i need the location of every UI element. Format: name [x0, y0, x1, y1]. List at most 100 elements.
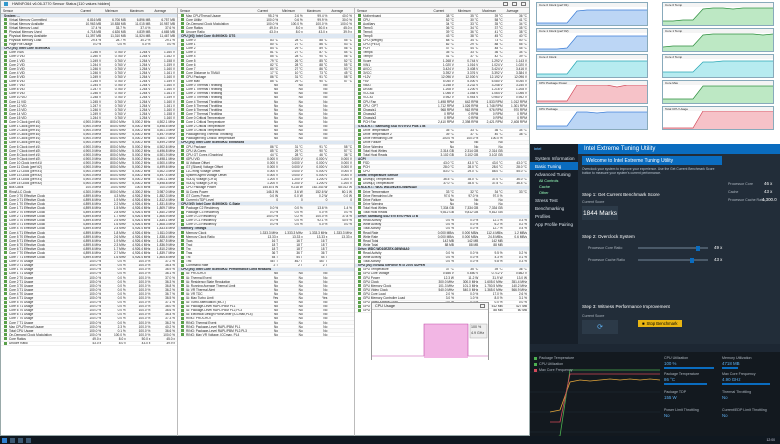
sensor-graph-window[interactable]: CPU Package Power [536, 80, 648, 104]
sensor-graph-window[interactable]: Core 0 Temp [662, 2, 774, 26]
nav-benchmarking[interactable]: Benchmarking [530, 204, 578, 212]
xtu-taskbar-icon[interactable] [26, 437, 31, 443]
sensor-value: 800.0 MHz [110, 177, 126, 182]
column-header-sensor[interactable]: Sensor [355, 9, 432, 13]
column-header-current[interactable]: Current [78, 9, 103, 13]
sensor-name: PCH [355, 165, 432, 169]
core-ratio-handle[interactable] [696, 245, 700, 251]
sensor-label: RING: Package-Level RAPL/PBM PL2,PL3 [186, 329, 247, 333]
nav-advanced-tuning[interactable]: Advanced Tuning [530, 170, 578, 178]
sensor-label: Drive: Samsung SSD 970 EVO Plus 1TB [358, 214, 419, 219]
mini-graph-window[interactable]: CPU Usage 100 % 4.9 GHz [371, 302, 489, 360]
sensor-icon [181, 22, 184, 26]
sensor-label: Core 0 T0 Effective Clock [9, 194, 46, 198]
sensor-graph-window[interactable]: Core 1 Clock (perf #2) [536, 28, 648, 52]
sensor-label: Core 1 Clock (perf #2) [9, 124, 41, 129]
maximize-button[interactable] [512, 2, 517, 6]
sensor-graph-window[interactable]: CPU Package [536, 106, 648, 130]
sensor-graph-window[interactable]: Core 1 Temp [662, 28, 774, 52]
sensor-value: 5.000 V [467, 79, 479, 84]
column-header-minimum[interactable]: Minimum [456, 9, 480, 13]
sensor-icon [4, 304, 7, 308]
sensor-icon [4, 231, 7, 235]
sensor-value: No [323, 99, 328, 104]
sensor-label: CPU [#0]: Intel Core i9-9900KS: Performa… [181, 267, 272, 272]
cache-ratio-handle[interactable] [690, 257, 694, 263]
sensor-value: 100.0 % [89, 263, 102, 268]
sensor-graph-window[interactable]: Total CPU Usage [662, 106, 774, 130]
sensor-value: No [298, 329, 303, 333]
legend-package-temp[interactable]: Package Temperature [534, 356, 574, 360]
sensor-value: 39.9 x [166, 341, 175, 346]
sensor-value: 4,926.4 MHz [132, 218, 151, 223]
minimize-button[interactable] [503, 2, 508, 6]
sensor-value: 2,314 GB [440, 149, 454, 153]
sensor-icon [358, 116, 361, 120]
core-ratio-slider[interactable] [638, 245, 708, 251]
sensor-value: No [449, 198, 454, 202]
sensor-value: 36.0 % [165, 304, 175, 309]
sensor-value: 100.0 % [138, 325, 151, 329]
sensor-value: No [298, 128, 303, 133]
column-header-average[interactable]: Average [329, 9, 354, 13]
nav-profiles[interactable]: Profiles [530, 212, 578, 220]
legend-max-freq[interactable]: Max Core Frequency [534, 368, 573, 372]
sensor-value: 0.6 % [294, 18, 303, 22]
sensor-value: 55 °C [518, 42, 527, 47]
column-header-average[interactable]: Average [505, 9, 529, 13]
sensor-name: Core 3 T1 Usage [1, 288, 78, 291]
sensor-graph-window[interactable]: Core 2 Clock [536, 54, 648, 78]
sensor-name: RING: Max VR Voltage, ICCmax, PL4 [178, 333, 255, 336]
sensor-graph-window[interactable]: Core 2 Temp [662, 54, 774, 78]
column-header-maximum[interactable]: Maximum [128, 9, 153, 13]
column-header-current[interactable]: Current [432, 9, 456, 13]
sensor-value: 1.5 MHz [113, 206, 126, 210]
sensor-value: 4,499.6 MHz [156, 165, 175, 170]
sensor-value: 2,314 GB [464, 149, 479, 153]
stop-benchmark-button[interactable]: ■ Stop Benchmark [638, 320, 682, 327]
sensor-icon [358, 218, 361, 222]
sensor-name: VIN1 [355, 63, 432, 66]
column-header-sensor[interactable]: Sensor [178, 9, 255, 13]
start-icon[interactable] [2, 437, 7, 443]
mini-graph [372, 310, 488, 360]
search-icon[interactable] [10, 437, 15, 443]
nav-app-profile-pairing[interactable]: App Profile Pairing [530, 220, 578, 228]
sensor-value: No [323, 304, 328, 309]
column-header-maximum[interactable]: Maximum [480, 9, 504, 13]
column-header-maximum[interactable]: Maximum [305, 9, 330, 13]
cache-ratio-slider[interactable] [638, 257, 708, 263]
hwinfo-taskbar-icon[interactable] [18, 437, 23, 443]
column-header-minimum[interactable]: Minimum [103, 9, 128, 13]
sensor-value: 1.246 V [90, 108, 102, 112]
column-header-current[interactable]: Current [255, 9, 280, 13]
sensor-value: 49.0 x [269, 26, 279, 30]
sensor-icon [4, 271, 7, 275]
mini-close-button[interactable] [480, 304, 485, 308]
sensor-value: 1.7 MHz [113, 214, 126, 219]
column-header-average[interactable]: Average [152, 9, 177, 13]
sensor-graph-window[interactable]: Core 0 Clock (perf #1) [536, 2, 648, 26]
sensor-value: 34 °C [494, 190, 503, 194]
nav-basic-tuning[interactable]: Basic Tuning [530, 162, 578, 170]
column-header-sensor[interactable]: Sensor [1, 9, 78, 13]
cpu-util-label: CPU Utilization [664, 356, 689, 360]
sensor-label: Core 3 T0 Effective Clock [9, 218, 46, 223]
sensor-row[interactable]: Uncore Ratio 43.0 x 8.0 x 43.0 x 39.9 x [1, 342, 177, 346]
sensor-row[interactable]: RING: Max VR Voltage, ICCmax, PL4 No No No [178, 333, 354, 338]
sensor-icon [4, 222, 7, 226]
nav-stress-test[interactable]: Stress Test [530, 196, 578, 204]
sensor-label: Core 4 VID [9, 71, 25, 75]
sensor-icon [358, 239, 361, 243]
column-header-minimum[interactable]: Minimum [280, 9, 305, 13]
sensor-value: 16 T [321, 239, 328, 243]
sensor-label: Physical Memory Used [9, 30, 42, 34]
sensor-label: CPU Package Power [186, 185, 216, 190]
sensor-label: 3VCC [363, 71, 372, 75]
legend-cpu-util[interactable]: CPU Utilization [534, 362, 563, 366]
sensor-value: No [474, 202, 479, 206]
close-button[interactable] [521, 2, 526, 6]
sensor-graph-window[interactable]: Core Max [662, 80, 774, 104]
sensor-name: Virtual Memory Load [1, 26, 78, 29]
nav-system-information[interactable]: System Information [530, 154, 578, 162]
